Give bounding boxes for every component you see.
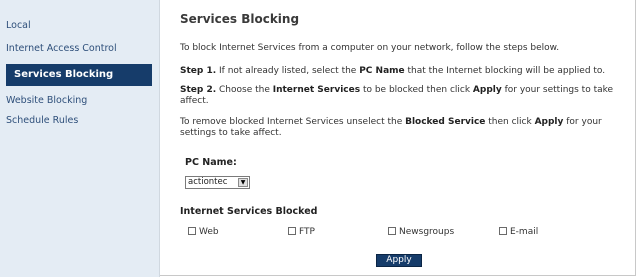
step2-prefix: Step 2. bbox=[180, 85, 217, 95]
remove-text-a: To remove blocked Internet Services unse… bbox=[180, 117, 406, 127]
step2-text-b: to be blocked then click bbox=[360, 85, 473, 95]
step1-text-a: If not already listed, select the bbox=[216, 66, 360, 76]
checkbox-web[interactable] bbox=[188, 227, 196, 235]
remove-text: To remove blocked Internet Services unse… bbox=[180, 117, 628, 139]
step1-text: Step 1. If not already listed, select th… bbox=[180, 66, 628, 77]
sidebar-item-website-blocking[interactable]: Website Blocking bbox=[6, 94, 150, 107]
checkbox-ftp[interactable] bbox=[288, 227, 296, 235]
sidebar-nav: Local Internet Access Control Services B… bbox=[0, 0, 160, 277]
checkbox-newsgroups[interactable] bbox=[388, 227, 396, 235]
services-blocked-label: Internet Services Blocked bbox=[180, 206, 318, 217]
sidebar-item-local[interactable]: Local bbox=[6, 19, 150, 32]
remove-bold-blocked-service: Blocked Service bbox=[405, 117, 486, 127]
sidebar-item-services-blocking[interactable]: Services Blocking bbox=[6, 64, 152, 86]
service-label-ftp: FTP bbox=[299, 227, 315, 237]
sidebar-item-schedule-rules[interactable]: Schedule Rules bbox=[6, 114, 150, 127]
step2-bold-services: Internet Services bbox=[272, 85, 361, 95]
step2-text-a: Choose the bbox=[216, 85, 273, 95]
step2-text: Step 2. Choose the Internet Services to … bbox=[180, 85, 628, 107]
service-label-newsgroups: Newsgroups bbox=[399, 227, 455, 237]
service-checkbox-email[interactable]: E-mail bbox=[499, 227, 538, 237]
step1-text-b: that the Internet blocking will be appli… bbox=[404, 66, 606, 76]
step1-bold-pc-name: PC Name bbox=[359, 66, 405, 76]
chevron-down-icon[interactable]: ▼ bbox=[238, 178, 248, 187]
service-checkbox-web[interactable]: Web bbox=[188, 227, 219, 237]
pc-name-label: PC Name: bbox=[185, 157, 237, 168]
service-label-email: E-mail bbox=[510, 227, 539, 237]
service-label-web: Web bbox=[199, 227, 219, 237]
pc-name-value: actiontec bbox=[188, 177, 228, 187]
page-title: Services Blocking bbox=[180, 12, 300, 26]
remove-text-b: then click bbox=[485, 117, 535, 127]
sidebar-item-internet-access-control[interactable]: Internet Access Control bbox=[6, 42, 150, 55]
step1-prefix: Step 1. bbox=[180, 66, 217, 76]
checkbox-email[interactable] bbox=[499, 227, 507, 235]
remove-bold-apply: Apply bbox=[534, 117, 564, 127]
pc-name-select[interactable]: actiontec ▼ bbox=[185, 176, 250, 189]
service-checkbox-ftp[interactable]: FTP bbox=[288, 227, 315, 237]
step2-bold-apply: Apply bbox=[472, 85, 502, 95]
intro-text: To block Internet Services from a comput… bbox=[180, 43, 560, 53]
apply-button[interactable]: Apply bbox=[376, 254, 422, 267]
service-checkbox-newsgroups[interactable]: Newsgroups bbox=[388, 227, 454, 237]
